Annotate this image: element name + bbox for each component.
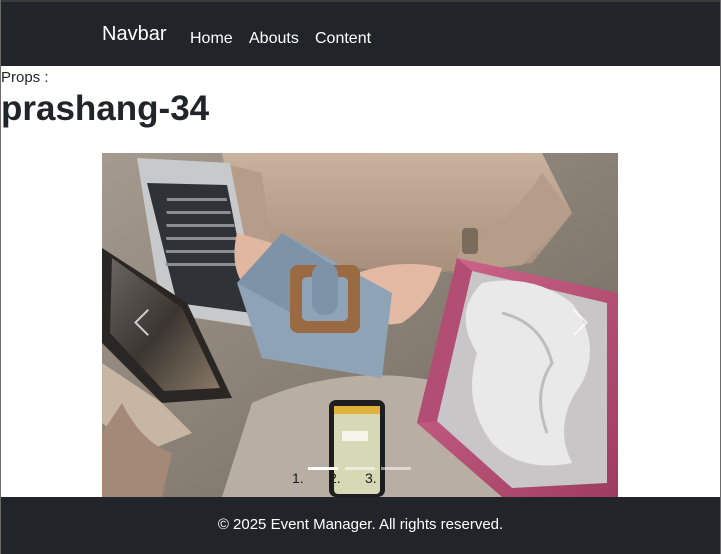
chevron-right-icon — [561, 309, 588, 336]
carousel-indicator-label-1: 1. — [292, 470, 304, 486]
navbar: Navbar Home Abouts Content — [1, 2, 720, 66]
page-heading: prashang-34 — [1, 89, 210, 128]
footer-copyright: © 2025 Event Manager. All rights reserve… — [217, 516, 504, 533]
carousel-indicator-3[interactable] — [381, 467, 411, 470]
carousel-indicator-label-2: 2. — [329, 470, 341, 486]
carousel-prev-button[interactable] — [124, 303, 161, 347]
image-carousel: 1. 2. 3. — [102, 153, 618, 497]
page: Navbar Home Abouts Content Props : prash… — [0, 0, 721, 554]
carousel-indicator-label-3: 3. — [365, 470, 377, 486]
carousel-slide-image — [102, 153, 618, 497]
page-footer: © 2025 Event Manager. All rights reserve… — [1, 497, 720, 554]
props-label: Props : — [1, 69, 49, 86]
carousel-next-button[interactable] — [560, 303, 596, 347]
nav-link-abouts[interactable]: Abouts — [249, 31, 299, 47]
navbar-brand[interactable]: Navbar — [102, 24, 166, 44]
nav-link-home[interactable]: Home — [190, 31, 233, 47]
carousel-indicators — [308, 467, 412, 471]
chevron-left-icon — [134, 309, 161, 336]
nav-link-content[interactable]: Content — [315, 31, 371, 47]
